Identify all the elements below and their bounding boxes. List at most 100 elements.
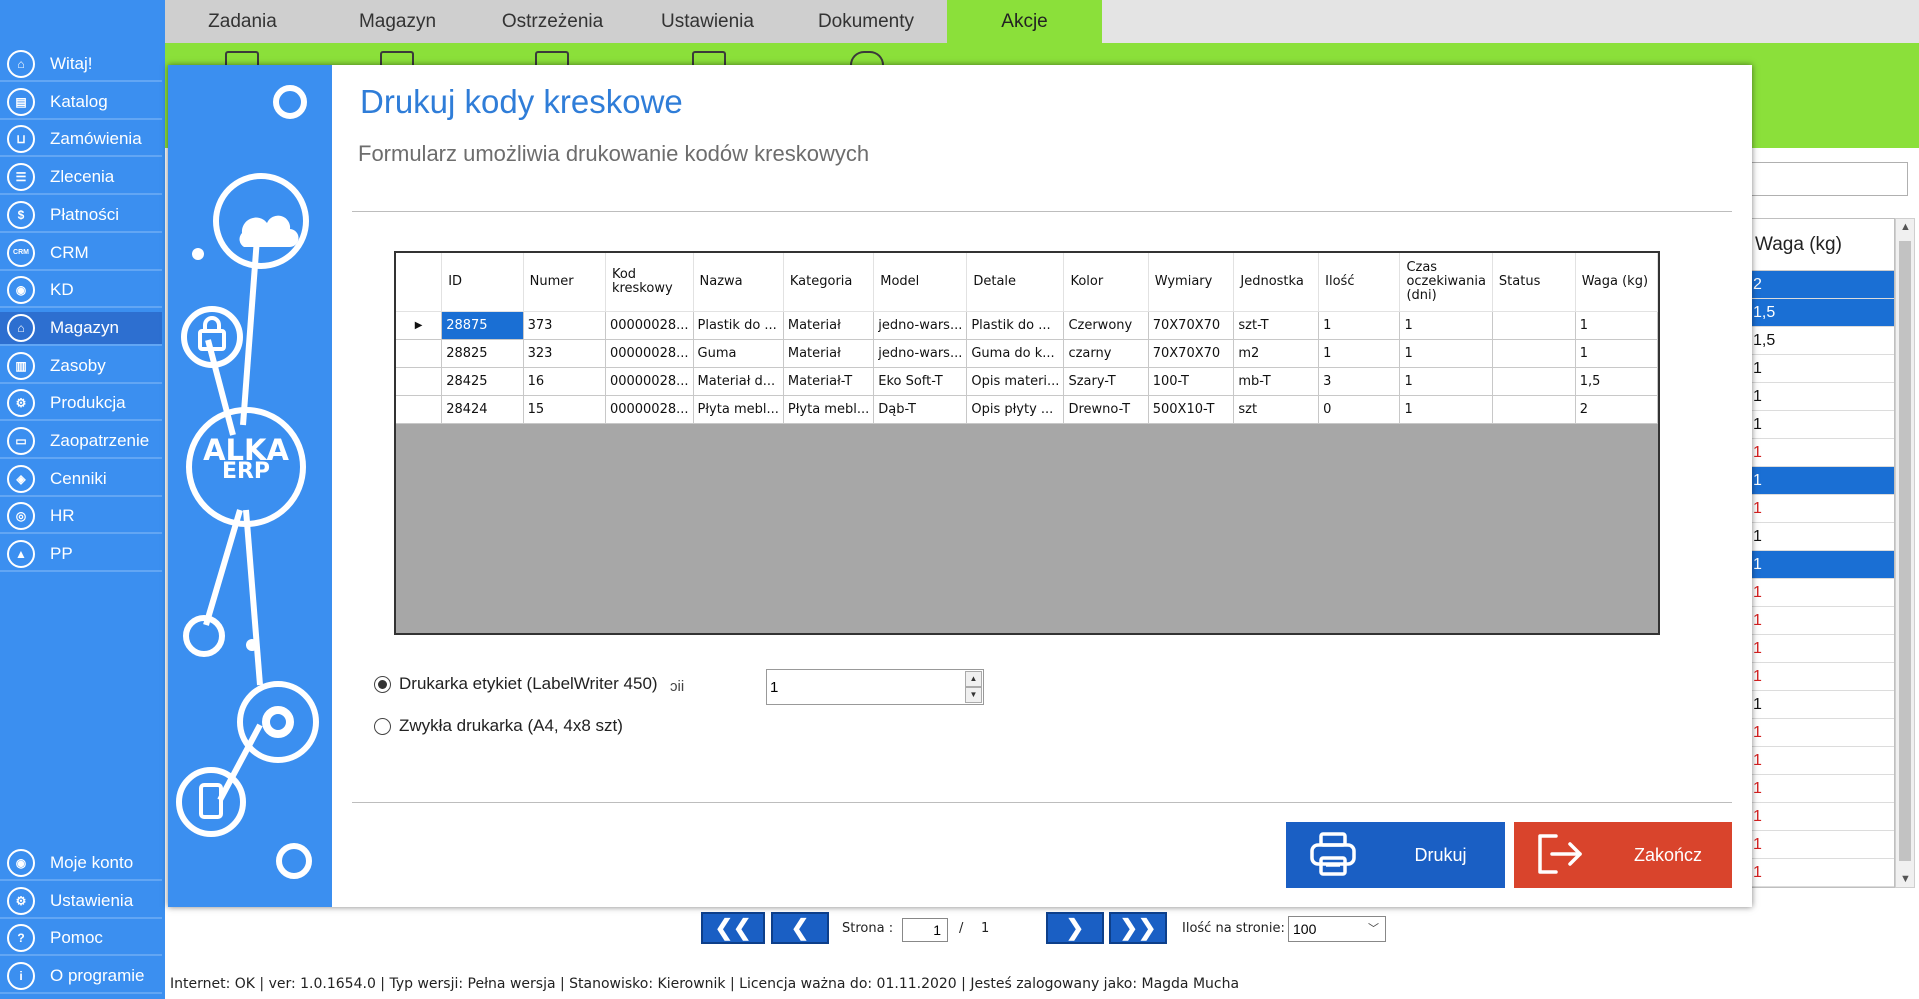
regular-printer-radio[interactable] — [374, 718, 391, 735]
scroll-up-icon[interactable]: ▲ — [1900, 221, 1911, 233]
table-cell[interactable]: 500X10-T — [1148, 395, 1235, 424]
table-cell[interactable]: Plastik do ... — [966, 311, 1065, 340]
tab-magazyn[interactable]: Magazyn — [320, 0, 475, 43]
background-grid-row[interactable]: 2 — [1751, 271, 1894, 299]
table-cell[interactable]: 1 — [1318, 311, 1401, 340]
table-cell[interactable]: Czerwony — [1063, 311, 1149, 340]
table-cell[interactable]: Guma do k... — [966, 339, 1065, 368]
page-number-input[interactable]: 1 — [902, 918, 948, 942]
column-header[interactable]: Numer — [523, 253, 606, 312]
column-header[interactable]: Waga (kg) — [1575, 253, 1658, 312]
table-cell[interactable]: 1 — [1399, 311, 1493, 340]
table-cell[interactable]: Płyta mebl... — [783, 395, 875, 424]
table-cell[interactable]: 1 — [1399, 395, 1493, 424]
background-grid-row[interactable]: 10 — [1751, 887, 1894, 888]
copies-stepper[interactable]: ▲ ▼ — [766, 669, 984, 705]
table-cell[interactable]: Dąb-T — [873, 395, 968, 424]
ribbon-boxes-icon[interactable] — [692, 51, 726, 65]
sidebar-item-zasoby[interactable]: ▥ Zasoby — [0, 349, 162, 384]
table-cell[interactable]: 1,5 — [1575, 367, 1658, 396]
spin-down-icon[interactable]: ▼ — [965, 687, 982, 703]
background-grid-row[interactable]: 1 — [1751, 747, 1894, 775]
scrollbar-thumb[interactable] — [1899, 241, 1911, 861]
background-grid-row[interactable]: 1 — [1751, 691, 1894, 719]
table-cell[interactable]: Materiał d... — [693, 367, 784, 396]
ribbon-print-icon[interactable] — [225, 51, 259, 65]
background-grid-row[interactable]: 1 — [1751, 411, 1894, 439]
column-header[interactable]: Czas oczekiwania (dni) — [1399, 253, 1493, 312]
background-grid-row[interactable]: 1 — [1751, 383, 1894, 411]
sidebar-item-zlecenia[interactable]: ☰ Zlecenia — [0, 161, 162, 196]
sidebar-item-produkcja[interactable]: ⚙ Produkcja — [0, 387, 162, 422]
sidebar-item-pp[interactable]: ▲ PP — [0, 538, 162, 573]
background-grid-row[interactable]: 1 — [1751, 523, 1894, 551]
tab-zadania[interactable]: Zadania — [165, 0, 320, 43]
copies-input[interactable] — [770, 674, 960, 700]
background-grid-row[interactable]: 1 — [1751, 607, 1894, 635]
background-grid-row[interactable]: 1 — [1751, 355, 1894, 383]
table-cell[interactable]: 3 — [1318, 367, 1401, 396]
column-header[interactable]: Kolor — [1063, 253, 1149, 312]
background-grid-row[interactable]: 1 — [1751, 635, 1894, 663]
table-cell[interactable]: 28424 — [441, 395, 524, 424]
background-grid-row[interactable]: 1 — [1751, 467, 1894, 495]
ribbon-refresh-icon[interactable] — [850, 51, 884, 65]
table-cell[interactable]: Plastik do ... — [693, 311, 784, 340]
table-cell[interactable]: Materiał-T — [783, 367, 875, 396]
table-cell[interactable]: 28425 — [441, 367, 524, 396]
background-grid-header[interactable]: Waga (kg) — [1751, 219, 1894, 271]
table-cell[interactable]: Materiał — [783, 339, 875, 368]
table-cell[interactable]: Drewno-T — [1063, 395, 1149, 424]
table-cell[interactable]: 00000028... — [605, 395, 694, 424]
table-cell[interactable] — [1492, 367, 1576, 396]
table-cell[interactable]: 0 — [1318, 395, 1401, 424]
column-header[interactable]: Detale — [966, 253, 1065, 312]
background-grid-row[interactable]: 1 — [1751, 439, 1894, 467]
table-cell[interactable]: 70X70X70 — [1148, 311, 1235, 340]
scroll-down-icon[interactable]: ▼ — [1900, 873, 1911, 885]
table-cell[interactable]: 70X70X70 — [1148, 339, 1235, 368]
table-cell[interactable]: 1 — [1399, 367, 1493, 396]
ribbon-print-icon[interactable] — [380, 51, 414, 65]
table-cell[interactable]: Eko Soft-T — [873, 367, 968, 396]
tab-ustawienia[interactable]: Ustawienia — [630, 0, 785, 43]
table-cell[interactable]: 323 — [523, 339, 606, 368]
table-cell[interactable]: 1 — [1399, 339, 1493, 368]
table-row[interactable]: 28825 323 00000028... Guma Materiał jedno-war… — [396, 339, 1658, 368]
sidebar-item-katalog[interactable]: ▤ Katalog — [0, 85, 162, 120]
table-cell[interactable]: 1 — [1318, 339, 1401, 368]
background-grid-row[interactable]: 1 — [1751, 551, 1894, 579]
sidebar-item-o-programie[interactable]: i O programie — [0, 959, 162, 994]
table-cell[interactable]: jedno-wars... — [873, 311, 968, 340]
table-row[interactable]: ▶ 28875 373 00000028... Plastik do ... Materi… — [396, 311, 1658, 340]
column-header[interactable]: Kategoria — [783, 253, 875, 312]
table-cell[interactable]: 28875 — [441, 311, 524, 340]
table-row[interactable]: 28425 16 00000028... Materiał d... Materiał-… — [396, 367, 1658, 396]
sidebar-item-zaopatrzenie[interactable]: ▭ Zaopatrzenie — [0, 425, 162, 459]
sidebar-item-cenniki[interactable]: ◈ Cenniki — [0, 462, 162, 497]
column-header[interactable]: Nazwa — [693, 253, 784, 312]
table-cell[interactable]: m2 — [1233, 339, 1320, 368]
table-cell[interactable]: 00000028... — [605, 311, 694, 340]
sidebar-item-zamówienia[interactable]: ⊔ Zamówienia — [0, 123, 162, 158]
table-cell[interactable] — [1492, 339, 1576, 368]
tab-ostrzeżenia[interactable]: Ostrzeżenia — [475, 0, 630, 43]
table-cell[interactable]: szt — [1233, 395, 1320, 424]
table-cell[interactable]: czarny — [1063, 339, 1149, 368]
previous-page-button[interactable]: ❮ — [771, 912, 829, 944]
column-header[interactable]: Ilość — [1318, 253, 1401, 312]
column-header[interactable]: Wymiary — [1148, 253, 1235, 312]
sidebar-item-magazyn[interactable]: ⌂ Magazyn — [0, 311, 162, 346]
sidebar-item-hr[interactable]: ◎ HR — [0, 500, 162, 535]
table-cell[interactable]: 00000028... — [605, 367, 694, 396]
barcode-items-table[interactable]: ID Numer Kod kreskowy Nazwa Kategoria Model De… — [394, 251, 1660, 635]
table-row[interactable]: 28424 15 00000028... Płyta mebl... Płyta meb… — [396, 395, 1658, 424]
background-grid-row[interactable]: 1,5 — [1751, 327, 1894, 355]
table-cell[interactable]: Szary-T — [1063, 367, 1149, 396]
table-cell[interactable]: Opis płyty ... — [966, 395, 1065, 424]
column-header[interactable]: Status — [1492, 253, 1576, 312]
table-cell[interactable]: jedno-wars... — [873, 339, 968, 368]
background-grid-scrollbar[interactable]: ▲ ▼ — [1895, 218, 1915, 888]
table-cell[interactable]: mb-T — [1233, 367, 1320, 396]
background-grid-row[interactable]: 1 — [1751, 579, 1894, 607]
